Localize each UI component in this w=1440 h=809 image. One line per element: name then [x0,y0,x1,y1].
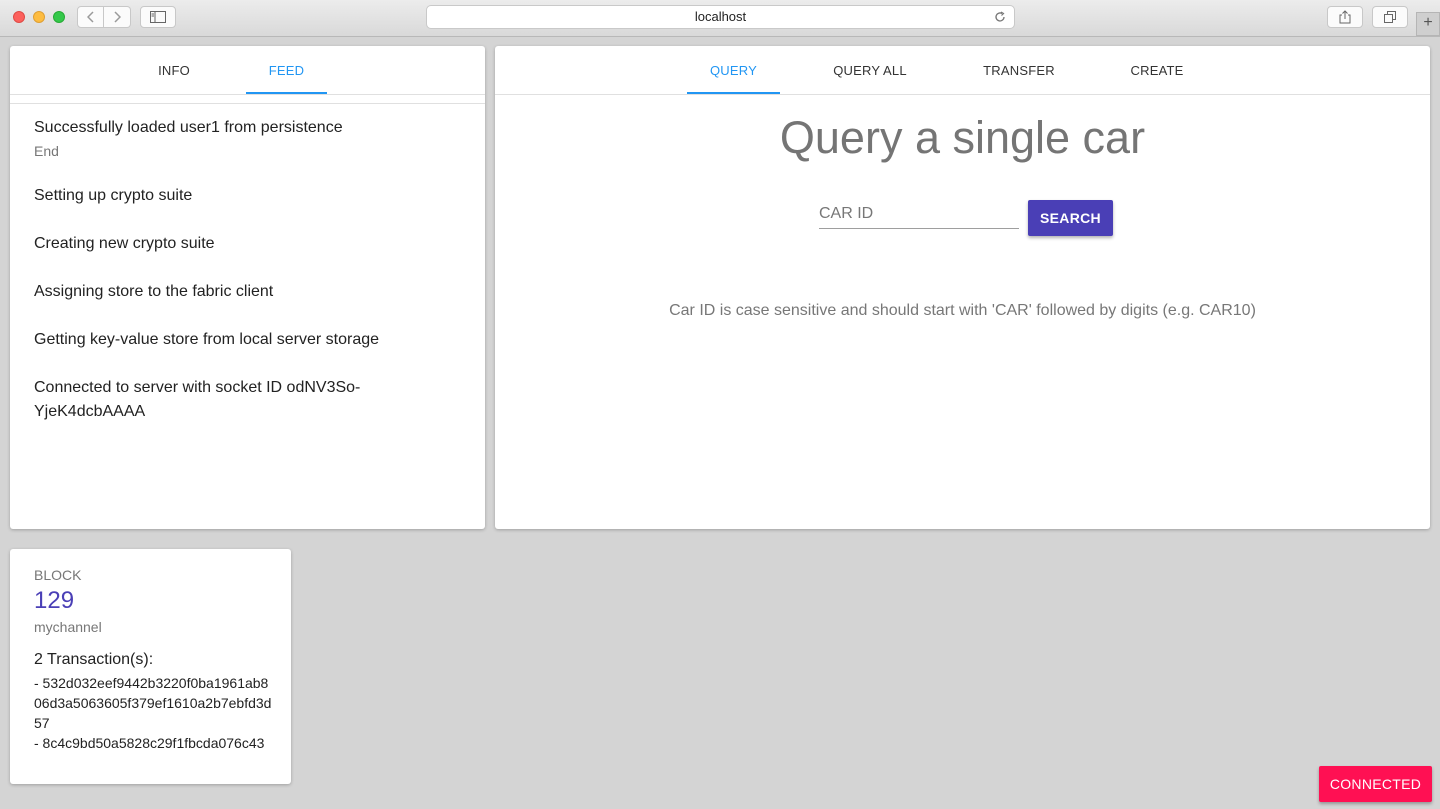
transaction-id: - 8c4c9bd50a5828c29f1fbcda076c43 [34,735,265,751]
feed-item-text: Connected to server with socket ID odNV3… [34,379,361,420]
page-title: Query a single car [779,112,1146,163]
feed-list: Successfully loaded user1 from persisten… [10,103,485,420]
transaction-id: - 532d032eef9442b3220f0ba1961ab806d3a506… [34,675,272,731]
sidebar-toggle-button[interactable] [140,6,176,28]
query-tabs: QUERY QUERY ALL TRANSFER CREATE [495,46,1430,95]
transaction-list: - 532d032eef9442b3220f0ba1961ab806d3a506… [34,673,274,753]
zoom-window-button[interactable] [53,11,65,23]
history-nav [77,6,131,28]
block-label: BLOCK [34,567,82,583]
tab-query[interactable]: QUERY [687,46,780,94]
feed-item-text: Assigning store to the fabric client [34,283,274,300]
url-text: localhost [694,9,747,24]
left-tabs: INFO FEED [10,46,485,95]
connected-status-button[interactable]: CONNECTED [1319,766,1432,802]
feed-item: Successfully loaded user1 from persisten… [34,116,454,162]
feed-item: Setting up crypto suite [34,184,454,208]
info-feed-panel: INFO FEED Successfully loaded user1 from… [10,46,485,529]
feed-item: Getting key-value store from local serve… [34,328,454,352]
minimize-window-button[interactable] [33,11,45,23]
close-window-button[interactable] [13,11,25,23]
tab-transfer[interactable]: TRANSFER [971,46,1067,94]
browser-toolbar: localhost + [0,0,1440,37]
car-id-hint: Car ID is case sensitive and should star… [669,302,1256,319]
feed-item: Connected to server with socket ID odNV3… [34,376,394,424]
back-button[interactable] [77,6,104,28]
block-number: 129 [34,587,75,614]
forward-button[interactable] [104,6,131,28]
address-bar[interactable]: localhost [426,5,1015,29]
tab-query-all[interactable]: QUERY ALL [817,46,923,94]
search-button[interactable]: SEARCH [1028,200,1113,236]
new-tab-button[interactable]: + [1416,12,1440,36]
chevron-right-icon [114,11,121,23]
query-panel: QUERY QUERY ALL TRANSFER CREATE Query a … [495,46,1430,529]
feed-item: Assigning store to the fabric client [34,280,454,304]
reload-icon [995,11,1005,22]
show-tabs-button[interactable] [1372,6,1408,28]
feed-item-text: Successfully loaded user1 from persisten… [34,119,343,136]
share-icon [1339,10,1351,24]
reload-button[interactable] [994,6,1006,30]
tab-feed[interactable]: FEED [246,46,327,94]
share-button[interactable] [1327,6,1363,28]
car-id-input[interactable] [819,200,1019,229]
tabs-icon [1384,11,1396,23]
feed-item: Creating new crypto suite [34,232,454,256]
tab-info[interactable]: INFO [133,46,215,94]
feed-item-sub: End [34,143,59,159]
block-card: BLOCK 129 mychannel 2 Transaction(s): - … [10,549,291,784]
feed-item-text: Creating new crypto suite [34,235,215,252]
feed-item-text: Getting key-value store from local serve… [34,331,380,348]
feed-item-text: Setting up crypto suite [34,187,193,204]
chevron-left-icon [86,11,94,23]
transaction-count: 2 Transaction(s): [34,651,154,668]
sidebar-icon [150,11,166,23]
block-channel: mychannel [34,619,102,635]
tab-create[interactable]: CREATE [1113,46,1201,94]
